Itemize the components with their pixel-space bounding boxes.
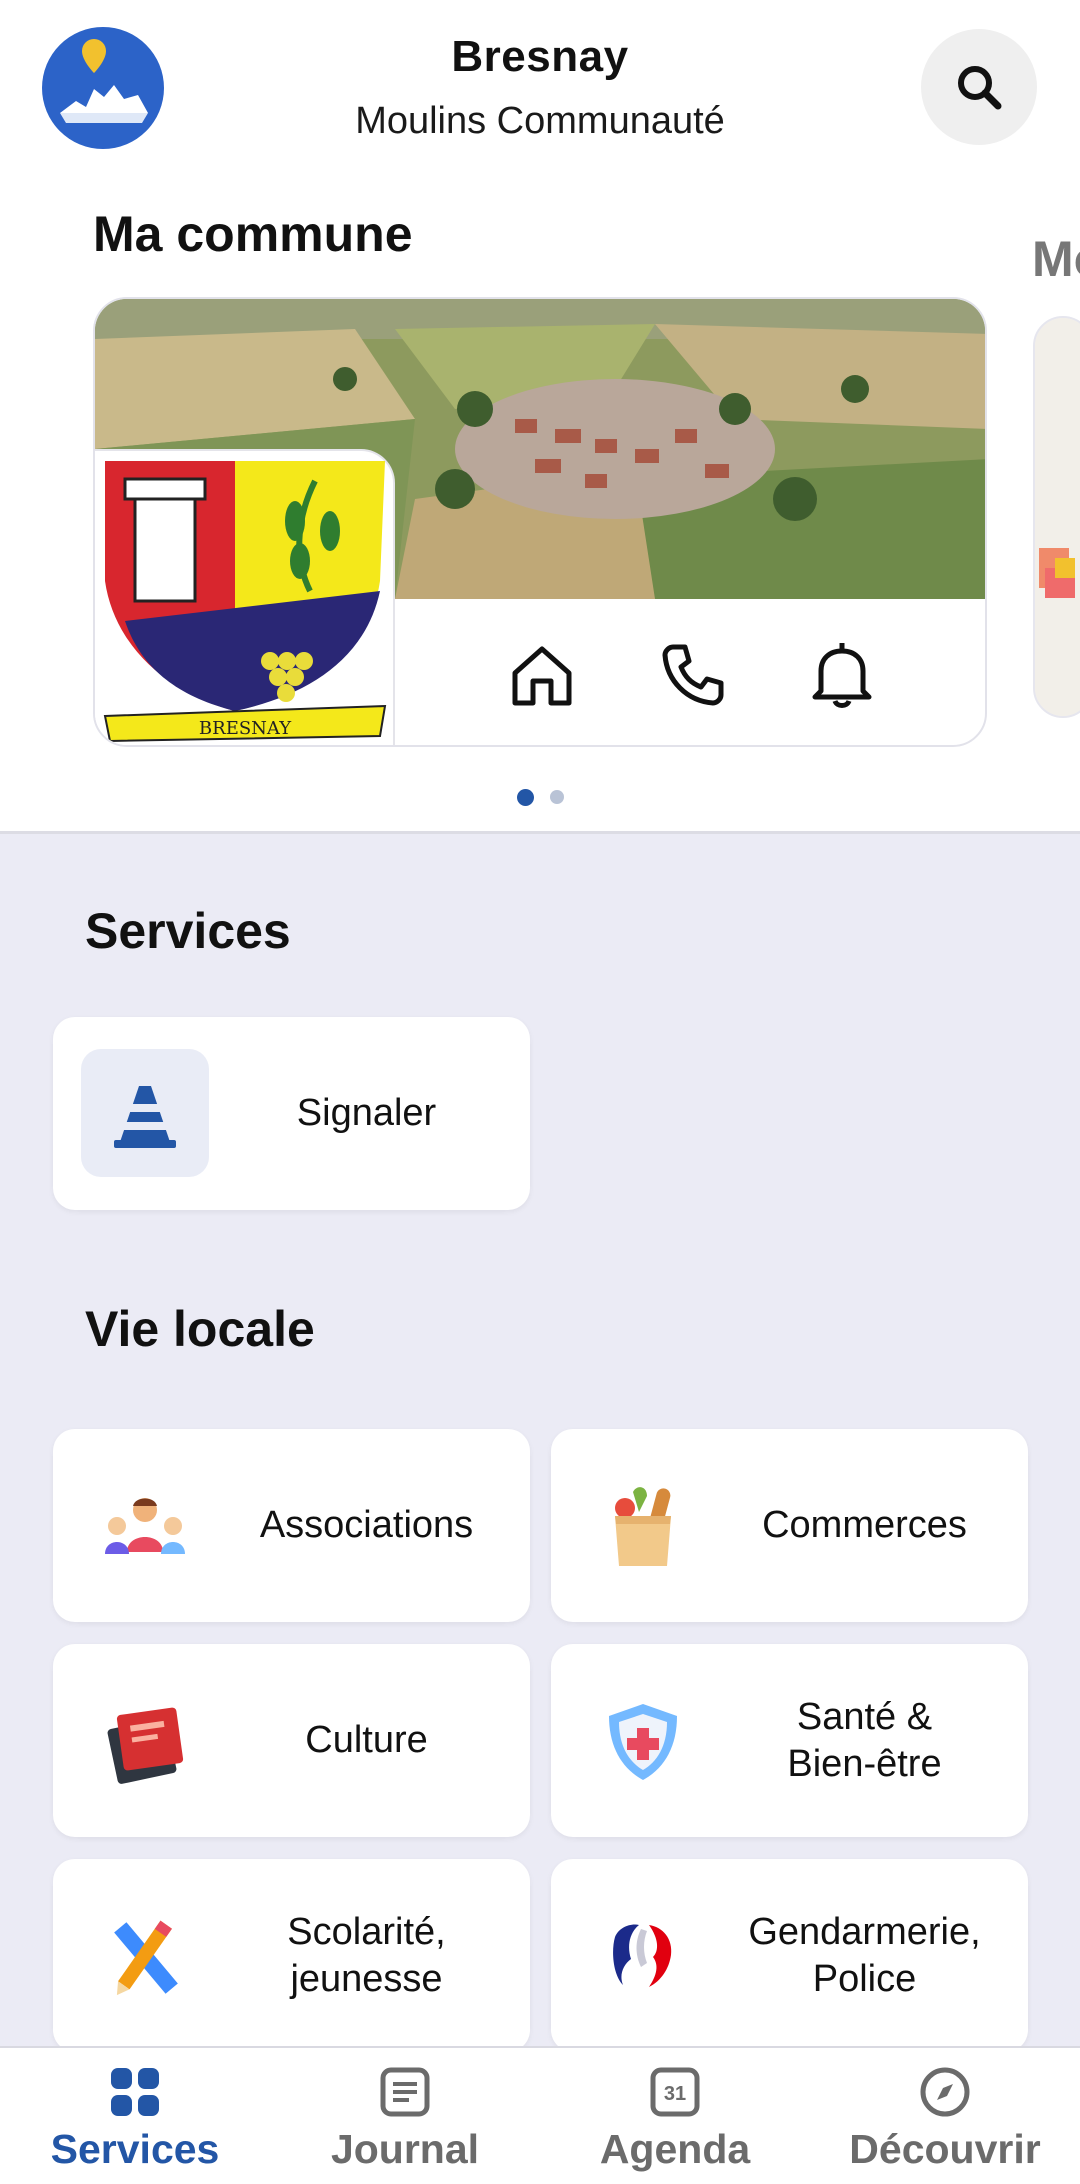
vie-locale-tile-gendarmerie[interactable]: Gendarmerie, Police <box>551 1859 1028 2052</box>
vie-locale-tile-associations[interactable]: Associations <box>53 1429 530 1622</box>
phone-icon[interactable] <box>657 639 727 709</box>
coat-of-arms-icon: BRESNAY <box>103 461 387 743</box>
marianne-icon <box>583 1897 703 2017</box>
commune-card[interactable]: BRESNAY <box>93 297 987 747</box>
calendar-day: 31 <box>664 2083 686 2105</box>
app-subtitle: Moulins Communauté <box>355 100 725 142</box>
carousel-pager <box>0 789 1080 806</box>
section-title-ma-commune: Ma commune <box>93 206 413 262</box>
vie-locale-label-culture: Culture <box>305 1719 428 1761</box>
pencil-ruler-icon <box>85 1897 205 2017</box>
vie-locale-label-associations: Associations <box>259 1504 474 1546</box>
nav-item-journal[interactable]: Journal <box>270 2048 540 2184</box>
section-title-vie-locale: Vie locale <box>85 1301 315 1357</box>
service-tile-signaler[interactable]: Signaler <box>53 1017 530 1210</box>
vie-locale-tile-scolarite[interactable]: Scolarité, jeunesse <box>53 1859 530 2052</box>
vie-locale-label-commerces: Commerces <box>762 1504 967 1546</box>
bell-icon[interactable] <box>807 639 877 709</box>
next-section-peek: Mo <box>1032 231 1080 287</box>
vie-locale-tile-culture[interactable]: Culture <box>53 1644 530 1837</box>
calendar-icon: 31 <box>647 2064 703 2120</box>
newspaper-icon <box>377 2064 433 2120</box>
traffic-cone-icon <box>85 1055 205 1175</box>
nav-label-services: Services <box>50 2126 220 2172</box>
grid-icon <box>107 2064 163 2120</box>
people-group-icon <box>85 1467 205 1587</box>
books-icon <box>85 1682 205 1802</box>
grocery-bag-icon <box>583 1467 703 1587</box>
vie-locale-label-sante: Santé & Bien-être <box>787 1695 942 1785</box>
nav-label-journal: Journal <box>330 2126 480 2172</box>
section-title-services: Services <box>85 903 291 959</box>
carousel-dot-1[interactable] <box>516 789 534 806</box>
nav-item-services[interactable]: Services <box>0 2048 270 2184</box>
nav-label-decouvrir: Découvrir <box>849 2126 1041 2172</box>
app-title: Bresnay <box>451 32 629 81</box>
health-shield-icon <box>583 1682 703 1802</box>
vie-locale-label-gendarmerie: Gendarmerie, Police <box>748 1910 981 2000</box>
bottom-nav: Services Journal 31 Agenda Découvrir <box>0 2046 1080 2184</box>
search-button[interactable] <box>921 29 1037 145</box>
nav-item-decouvrir[interactable]: Découvrir <box>810 2048 1080 2184</box>
nav-label-agenda: Agenda <box>599 2126 751 2172</box>
service-label-signaler: Signaler <box>296 1092 437 1134</box>
commune-crest: BRESNAY <box>95 449 395 745</box>
home-icon[interactable] <box>507 639 577 709</box>
header-area: Bresnay Moulins Communauté Ma commune Mo <box>0 0 1080 834</box>
compass-icon <box>917 2064 973 2120</box>
commune-actions <box>395 599 985 745</box>
crest-motto: BRESNAY <box>199 718 292 739</box>
next-carousel-card[interactable] <box>1033 316 1080 718</box>
vie-locale-tile-sante[interactable]: Santé & Bien-être <box>551 1644 1028 1837</box>
vie-locale-tile-commerces[interactable]: Commerces <box>551 1429 1028 1622</box>
vie-locale-label-scolarite: Scolarité, jeunesse <box>287 1910 446 2000</box>
search-icon <box>958 66 1002 110</box>
nav-item-agenda[interactable]: 31 Agenda <box>540 2048 810 2184</box>
carousel-dot-2[interactable] <box>549 790 564 804</box>
